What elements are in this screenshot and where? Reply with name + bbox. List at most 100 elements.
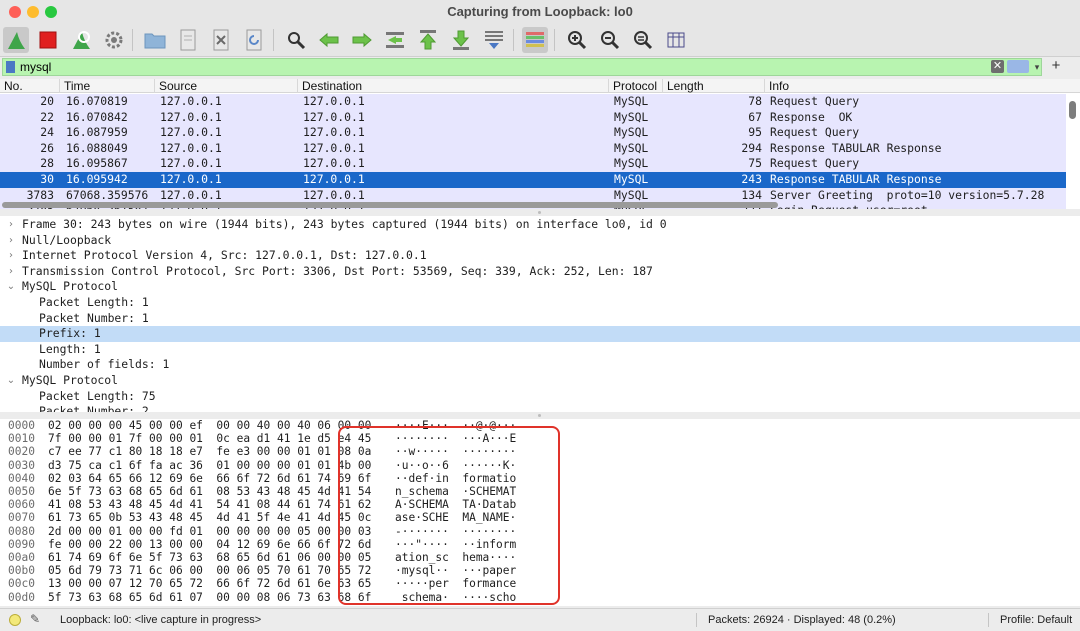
capture-status-text: Loopback: lo0: <live capture in progress…: [60, 614, 262, 626]
minimize-window-button[interactable]: [27, 6, 39, 18]
shark-fin-icon: [8, 32, 25, 49]
clear-filter-button[interactable]: ✕: [991, 60, 1004, 73]
packet-list[interactable]: No. Time Source Destination Protocol Len…: [0, 79, 1080, 209]
main-toolbar: [0, 24, 1080, 57]
packet-row[interactable]: 22 16.070842 127.0.0.1 127.0.0.1 MySQL 67 Resp…: [0, 109, 1066, 126]
detail-row[interactable]: Packet Number: 1: [0, 311, 1080, 327]
folder-icon: [144, 33, 166, 49]
detail-row[interactable]: Length: 1: [0, 342, 1080, 358]
pane-splitter[interactable]: [0, 412, 1080, 419]
detail-row[interactable]: ⌄ MySQL Protocol: [0, 373, 1080, 389]
packet-row[interactable]: 20 16.070819 127.0.0.1 127.0.0.1 MySQL 78 Requ…: [0, 94, 1066, 110]
expert-info-led-icon[interactable]: [9, 614, 21, 626]
packet-cell-info: Response TABULAR Response: [770, 172, 942, 186]
detail-row[interactable]: › Null/Loopback: [0, 233, 1080, 249]
detail-text: Number of fields: 1: [39, 357, 170, 372]
collapse-arrow-icon[interactable]: ⌄: [6, 279, 16, 295]
col-header-source[interactable]: Source: [155, 79, 298, 93]
packet-cell-info: Server Greeting proto=10 version=5.7.28: [770, 187, 1045, 202]
detail-row[interactable]: › Frame 30: 243 bytes on wire (1944 bits)…: [0, 217, 1080, 233]
autoscroll-button[interactable]: [481, 27, 507, 53]
capture-options-button[interactable]: [101, 27, 127, 53]
toolbar-separator: [513, 29, 514, 51]
packet-row[interactable]: 26 16.088049 127.0.0.1 127.0.0.1 MySQL 294 Res…: [0, 140, 1066, 157]
col-header-destination[interactable]: Destination: [298, 79, 609, 93]
packet-cell-len: 294: [741, 140, 762, 155]
restart-capture-button[interactable]: [68, 27, 94, 53]
detail-row[interactable]: Number of fields: 1: [0, 357, 1080, 373]
save-file-button[interactable]: [175, 27, 201, 53]
zoom-in-button[interactable]: [564, 27, 590, 53]
display-filter-field[interactable]: ✕ ▾: [2, 58, 1042, 76]
detail-row[interactable]: › Internet Protocol Version 4, Src: 127.0…: [0, 248, 1080, 264]
start-capture-button[interactable]: [3, 27, 29, 53]
go-first-button[interactable]: [415, 27, 441, 53]
detail-row[interactable]: › Transmission Control Protocol, Src Port…: [0, 264, 1080, 280]
zoom-out-button[interactable]: [597, 27, 623, 53]
colorize-icon: [526, 32, 544, 47]
go-forward-button[interactable]: [349, 27, 375, 53]
zoom-normal-icon: [634, 31, 653, 50]
packet-cell-len: 75: [748, 156, 762, 171]
resize-columns-button[interactable]: [663, 27, 689, 53]
colorize-button[interactable]: [522, 27, 548, 53]
gear-icon: [105, 31, 123, 49]
packet-row-selected[interactable]: 30 16.095942 127.0.0.1 127.0.0.1 MySQL 243 Res…: [0, 172, 1066, 188]
magnifier-icon: [288, 32, 306, 50]
packet-details-tree[interactable]: › Frame 30: 243 bytes on wire (1944 bits)…: [0, 216, 1080, 413]
maximize-window-button[interactable]: [45, 6, 57, 18]
bookmark-icon[interactable]: [6, 61, 15, 73]
apply-filter-button[interactable]: [1007, 60, 1029, 73]
packet-row[interactable]: 3783 67068.359576 127.0.0.1 127.0.0.1 MySQL 1…: [0, 187, 1066, 204]
detail-text: MySQL Protocol: [22, 279, 119, 294]
packet-row[interactable]: 28 16.095867 127.0.0.1 127.0.0.1 MySQL 75 Requ…: [0, 156, 1066, 172]
detail-text: Internet Protocol Version 4, Src: 127.0.…: [22, 248, 427, 263]
detail-text: Packet Length: 75: [39, 388, 156, 403]
add-filter-button[interactable]: +: [1049, 57, 1063, 75]
find-packet-button[interactable]: [283, 27, 309, 53]
col-header-protocol[interactable]: Protocol: [609, 79, 663, 93]
stop-capture-button[interactable]: [35, 27, 61, 53]
col-header-time[interactable]: Time: [60, 79, 155, 93]
packet-list-horizontal-scrollbar[interactable]: [2, 202, 778, 208]
packet-list-vertical-scrollbar[interactable]: [1069, 101, 1076, 119]
arrow-up-icon: [419, 30, 437, 50]
expand-arrow-icon[interactable]: ›: [6, 233, 16, 249]
filter-history-dropdown[interactable]: ▾: [1031, 59, 1043, 75]
packet-cell-len: 95: [748, 125, 762, 140]
expand-arrow-icon[interactable]: ›: [6, 264, 16, 280]
close-file-button[interactable]: [208, 27, 234, 53]
packet-cell-info: Request Query: [770, 94, 860, 108]
jump-icon: [386, 32, 404, 48]
packet-bytes-pane[interactable]: 0000 02 00 00 00 45 00 00 ef 00 00 40 00 …: [0, 419, 1080, 606]
autoscroll-icon: [485, 31, 503, 49]
close-file-icon: [213, 29, 229, 51]
profile-text[interactable]: Profile: Default: [1000, 609, 1072, 631]
zoom-normal-button[interactable]: [630, 27, 656, 53]
display-filter-input[interactable]: [20, 59, 920, 75]
toolbar-separator: [132, 29, 133, 51]
detail-row[interactable]: Packet Length: 1: [0, 295, 1080, 311]
document-icon: [180, 29, 196, 51]
go-to-packet-button[interactable]: [382, 27, 408, 53]
col-header-length[interactable]: Length: [663, 79, 765, 93]
open-file-button[interactable]: [142, 27, 168, 53]
col-header-no[interactable]: No.: [0, 79, 60, 93]
col-header-info[interactable]: Info: [765, 79, 1080, 93]
go-last-button[interactable]: [448, 27, 474, 53]
detail-text: Packet Length: 1: [39, 295, 149, 309]
expand-arrow-icon[interactable]: ›: [6, 248, 16, 264]
go-back-button[interactable]: [316, 27, 342, 53]
packet-count-text: Packets: 26924 · Displayed: 48 (0.2%): [708, 614, 896, 626]
detail-row[interactable]: ⌄ MySQL Protocol: [0, 279, 1080, 295]
close-window-button[interactable]: [9, 6, 21, 18]
pane-splitter[interactable]: [0, 209, 1080, 216]
collapse-arrow-icon[interactable]: ⌄: [6, 373, 16, 389]
detail-row[interactable]: Packet Length: 75: [0, 389, 1080, 405]
expand-arrow-icon[interactable]: ›: [6, 217, 16, 233]
reload-file-button[interactable]: [241, 27, 267, 53]
detail-text: Null/Loopback: [22, 232, 112, 247]
capture-comment-icon[interactable]: ✎: [30, 612, 44, 626]
detail-row-selected[interactable]: Prefix: 1: [0, 326, 1080, 342]
packet-row[interactable]: 24 16.087959 127.0.0.1 127.0.0.1 MySQL 95 Requ…: [0, 125, 1066, 141]
